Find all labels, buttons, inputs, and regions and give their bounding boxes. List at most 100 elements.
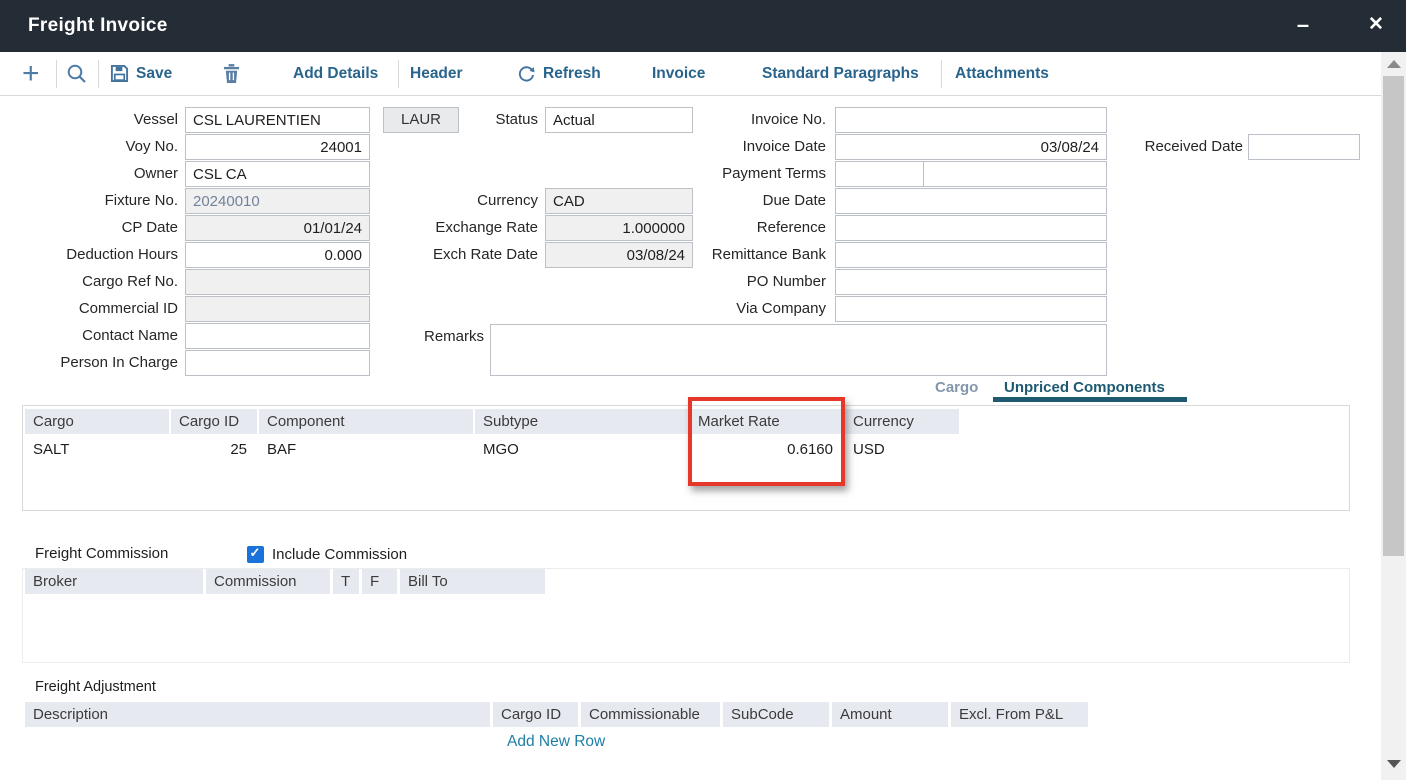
scroll-down-icon[interactable] [1387, 760, 1401, 768]
header-label: Header [410, 65, 463, 83]
status-label: Status [330, 107, 538, 133]
toolbar-separator [56, 60, 57, 88]
freight-adjustment-title: Freight Adjustment [35, 679, 156, 695]
via-company-input[interactable] [835, 296, 1107, 322]
voy-no-label: Voy No. [0, 134, 178, 160]
add-details-button[interactable]: Add Details [293, 52, 378, 95]
add-button[interactable]: + [22, 52, 40, 95]
fixture-no-label: Fixture No. [0, 188, 178, 214]
received-date-input[interactable] [1248, 134, 1360, 160]
freight-commission-table: Broker Commission T F Bill To [22, 568, 1350, 663]
column-header-broker[interactable]: Broker [25, 569, 203, 594]
add-details-label: Add Details [293, 65, 378, 83]
trash-icon [223, 64, 240, 84]
remittance-bank-input[interactable] [835, 242, 1107, 268]
refresh-icon [517, 64, 536, 83]
exchange-rate-label: Exchange Rate [330, 215, 538, 241]
active-tab-underline [993, 397, 1187, 402]
minimize-icon[interactable]: – [1285, 0, 1321, 52]
column-header-f[interactable]: F [362, 569, 397, 594]
toolbar-separator [941, 60, 942, 88]
due-date-label: Due Date [640, 188, 826, 214]
search-button[interactable] [66, 52, 88, 95]
due-date-input[interactable] [835, 188, 1107, 214]
cell-cargo[interactable]: SALT [25, 436, 169, 464]
reference-input[interactable] [835, 215, 1107, 241]
owner-label: Owner [0, 161, 178, 187]
vertical-scrollbar[interactable] [1381, 52, 1406, 780]
cell-currency[interactable]: USD [845, 436, 959, 464]
currency-label: Currency [330, 188, 538, 214]
remarks-label: Remarks [330, 324, 484, 350]
received-date-label: Received Date [1100, 134, 1243, 160]
cell-market-rate[interactable]: 0.6160 [690, 436, 843, 464]
standard-paragraphs-button[interactable]: Standard Paragraphs [762, 52, 919, 95]
tab-cargo[interactable]: Cargo [935, 378, 978, 398]
voy-no-input[interactable] [185, 134, 370, 160]
person-in-charge-label: Person In Charge [0, 350, 178, 376]
save-icon [110, 64, 129, 83]
column-header-amount[interactable]: Amount [832, 702, 948, 727]
standard-paragraphs-label: Standard Paragraphs [762, 65, 919, 83]
invoice-button[interactable]: Invoice [652, 52, 705, 95]
include-commission-label: Include Commission [272, 546, 407, 563]
scrollbar-thumb[interactable] [1383, 76, 1404, 556]
cell-component[interactable]: BAF [259, 436, 473, 464]
column-header-bill-to[interactable]: Bill To [400, 569, 545, 594]
column-header-t[interactable]: T [333, 569, 359, 594]
column-header-subtype[interactable]: Subtype [475, 409, 688, 434]
attachments-button[interactable]: Attachments [955, 52, 1049, 95]
refresh-label: Refresh [543, 65, 601, 83]
column-header-adj-cargo-id[interactable]: Cargo ID [493, 702, 578, 727]
owner-input[interactable] [185, 161, 370, 187]
toolbar: + Save Add Details Header [0, 52, 1381, 96]
invoice-no-input[interactable] [835, 107, 1107, 133]
add-new-row-link[interactable]: Add New Row [507, 733, 605, 751]
payment-terms-code-input[interactable] [835, 161, 924, 187]
via-company-label: Via Company [640, 296, 826, 322]
column-header-subcode[interactable]: SubCode [723, 702, 829, 727]
cell-subtype[interactable]: MGO [475, 436, 688, 464]
refresh-button[interactable]: Refresh [517, 52, 601, 95]
invoice-label: Invoice [652, 65, 705, 83]
cell-cargo-id[interactable]: 25 [171, 436, 257, 464]
save-label: Save [136, 65, 172, 83]
column-header-component[interactable]: Component [259, 409, 473, 434]
include-commission-checkbox[interactable] [247, 546, 264, 563]
column-header-excl-from-pl[interactable]: Excl. From P&L [951, 702, 1088, 727]
column-header-commissionable[interactable]: Commissionable [581, 702, 720, 727]
attachments-label: Attachments [955, 65, 1049, 83]
po-number-label: PO Number [640, 269, 826, 295]
header-button[interactable]: Header [410, 52, 463, 95]
search-icon [66, 63, 88, 85]
column-header-market-rate[interactable]: Market Rate [690, 409, 843, 434]
cargo-ref-no-label: Cargo Ref No. [0, 269, 178, 295]
contact-name-label: Contact Name [0, 323, 178, 349]
deduction-hours-label: Deduction Hours [0, 242, 178, 268]
remarks-textarea[interactable] [490, 324, 1107, 376]
vessel-label: Vessel [0, 107, 178, 133]
column-header-commission[interactable]: Commission [206, 569, 330, 594]
column-header-cargo-id[interactable]: Cargo ID [171, 409, 257, 434]
invoice-date-input[interactable] [835, 134, 1107, 160]
invoice-date-label: Invoice Date [640, 134, 826, 160]
column-header-description[interactable]: Description [25, 702, 490, 727]
commercial-id-label: Commercial ID [0, 296, 178, 322]
save-button[interactable]: Save [110, 52, 172, 95]
commercial-id-input[interactable] [185, 296, 370, 322]
column-header-cargo[interactable]: Cargo [25, 409, 169, 434]
remittance-bank-label: Remittance Bank [640, 242, 826, 268]
column-header-currency[interactable]: Currency [845, 409, 959, 434]
payment-terms-desc-input[interactable] [923, 161, 1107, 187]
cargo-ref-no-input[interactable] [185, 269, 370, 295]
person-in-charge-input[interactable] [185, 350, 370, 376]
toolbar-separator [398, 60, 399, 88]
delete-button[interactable] [223, 52, 240, 95]
tab-unpriced-components[interactable]: Unpriced Components [1004, 378, 1165, 398]
freight-commission-title: Freight Commission [35, 545, 168, 562]
scroll-up-icon[interactable] [1387, 60, 1401, 68]
plus-icon: + [22, 54, 40, 94]
close-icon[interactable]: ✕ [1358, 0, 1394, 52]
window-title: Freight Invoice [28, 0, 168, 52]
po-number-input[interactable] [835, 269, 1107, 295]
